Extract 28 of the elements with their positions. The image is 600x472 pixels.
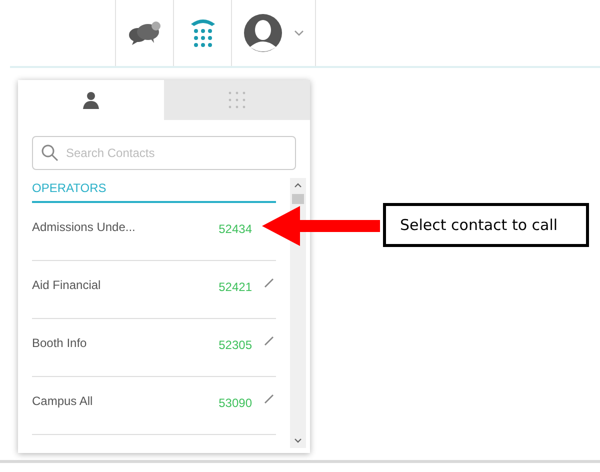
contact-name: Booth Info [32,335,88,352]
scroll-down-icon [294,438,302,443]
scrollbar-thumb[interactable] [292,194,304,204]
person-icon [82,91,100,109]
chat-bubbles-icon [128,21,162,45]
scroll-up-icon [294,183,302,188]
pencil-icon[interactable] [264,278,274,288]
pencil-icon[interactable] [264,394,274,404]
contact-name: Admissions Unde... [32,219,136,236]
search-field[interactable]: Search Contacts [32,136,296,170]
contact-row[interactable]: Aid Financial 52421 [32,261,276,319]
search-icon [41,144,59,162]
contact-name: Aid Financial [32,277,102,294]
tab[interactable] [18,80,164,120]
section-heading: OPERATORS [32,178,276,203]
contact-row[interactable]: Campus All 53090 [32,377,276,435]
contact-row[interactable]: Booth Info 52305 [32,319,276,377]
avatar-icon [244,14,282,52]
contact-name: Campus All [32,393,94,410]
scrollbar[interactable] [290,178,306,448]
extension-number: 52421 [218,279,252,296]
chevron-down-icon [294,30,304,36]
extension-number: 52434 [218,221,252,238]
extension-number: 53090 [218,395,252,412]
pencil-icon[interactable] [264,336,274,346]
extension-number: 52305 [218,337,252,354]
callout-label: Select contact to call [383,203,589,247]
keypad-icon [228,91,246,109]
